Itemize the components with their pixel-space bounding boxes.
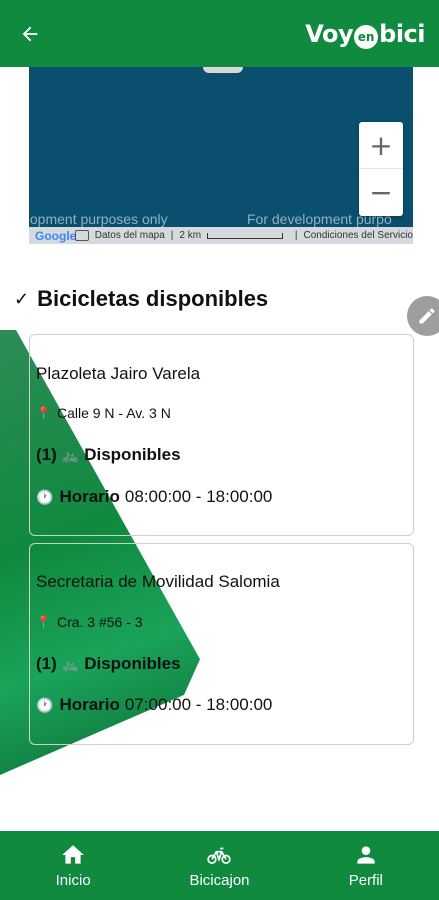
station-name: Plazoleta Jairo Varela <box>36 364 201 383</box>
pin-icon: 📍 <box>36 615 51 629</box>
map-view[interactable]: + − elopment purposes only For developme… <box>29 67 413 244</box>
dev-watermark-left: elopment purposes only <box>29 211 168 227</box>
nav-item-perfil[interactable]: Perfil <box>293 831 439 900</box>
station-address: 📍 Calle 9 N - Av. 3 N <box>36 405 171 421</box>
station-hours: 🕐 Horario 07:00:00 - 18:00:00 <box>36 695 272 715</box>
hours-value: 08:00:00 - 18:00:00 <box>124 487 273 506</box>
available-label: Disponibles <box>84 654 181 673</box>
pencil-icon <box>419 308 435 324</box>
dev-watermark-right: For development purpo <box>247 211 392 227</box>
bicycle-icon <box>207 847 232 864</box>
app-header: Voy en bici <box>0 0 439 67</box>
nav-label: Bicicajon <box>189 872 250 889</box>
hours-label: Horario <box>59 487 120 506</box>
map-marker-edge <box>203 67 243 73</box>
divider: | <box>170 230 174 241</box>
pin-icon: 📍 <box>36 406 51 420</box>
station-address: 📍 Cra. 3 #56 - 3 <box>36 614 143 630</box>
bottom-navigation: Inicio Bicicajon Perfil <box>0 831 439 900</box>
available-count: (1) <box>36 445 57 464</box>
availability: (1) 🚲 Disponibles <box>36 654 181 674</box>
bicycle-icon: 🚲 <box>61 446 80 463</box>
nav-item-inicio[interactable]: Inicio <box>0 831 146 900</box>
station-card[interactable]: Secretaria de Movilidad Salomia 📍 Cra. 3… <box>29 543 414 745</box>
clock-icon: 🕐 <box>36 488 54 505</box>
keyboard-icon[interactable] <box>75 230 89 241</box>
map-scale-bar <box>207 232 283 239</box>
clock-icon: 🕐 <box>36 696 54 713</box>
nav-item-bicicajon[interactable]: Bicicajon <box>146 831 292 900</box>
available-label: Disponibles <box>84 445 181 464</box>
station-address-text: Cra. 3 #56 - 3 <box>56 614 143 630</box>
terms-link[interactable]: Condiciones del Servicio <box>303 230 413 241</box>
nav-label: Perfil <box>348 872 383 889</box>
zoom-controls: + − <box>359 122 403 216</box>
map-attribution-bar: Google Datos del mapa | 2 km | Condicion… <box>29 227 413 244</box>
back-button[interactable] <box>14 18 46 50</box>
station-name: Secretaria de Movilidad Salomia <box>36 572 280 591</box>
logo-text-bici: bici <box>379 20 425 48</box>
section-header: ✓ Bicicletas disponibles <box>14 286 268 312</box>
check-icon: ✓ <box>14 288 30 309</box>
hours-value: 07:00:00 - 18:00:00 <box>124 695 273 714</box>
station-address-text: Calle 9 N - Av. 3 N <box>56 405 171 421</box>
person-icon <box>357 846 375 864</box>
arrow-left-icon <box>22 26 38 42</box>
map-scale-label: 2 km <box>179 230 202 241</box>
edit-button[interactable] <box>407 296 439 336</box>
divider: | <box>294 230 298 241</box>
station-hours: 🕐 Horario 08:00:00 - 18:00:00 <box>36 487 272 507</box>
availability: (1) 🚲 Disponibles <box>36 445 181 465</box>
section-title: Bicicletas disponibles <box>37 286 269 311</box>
home-icon <box>62 845 84 864</box>
bicycle-icon: 🚲 <box>61 655 80 672</box>
hours-label: Horario <box>59 695 120 714</box>
google-logo: Google <box>35 228 77 243</box>
station-card[interactable]: Plazoleta Jairo Varela 📍 Calle 9 N - Av.… <box>29 334 414 536</box>
logo-text-en: en <box>354 25 379 49</box>
app-logo: Voy en bici <box>305 18 425 50</box>
zoom-in-button[interactable]: + <box>359 122 403 169</box>
logo-text-voy: Voy <box>305 20 354 48</box>
nav-label: Inicio <box>55 872 91 889</box>
available-count: (1) <box>36 654 57 673</box>
zoom-out-button[interactable]: − <box>359 169 403 216</box>
map-data-link[interactable]: Datos del mapa <box>95 230 165 241</box>
